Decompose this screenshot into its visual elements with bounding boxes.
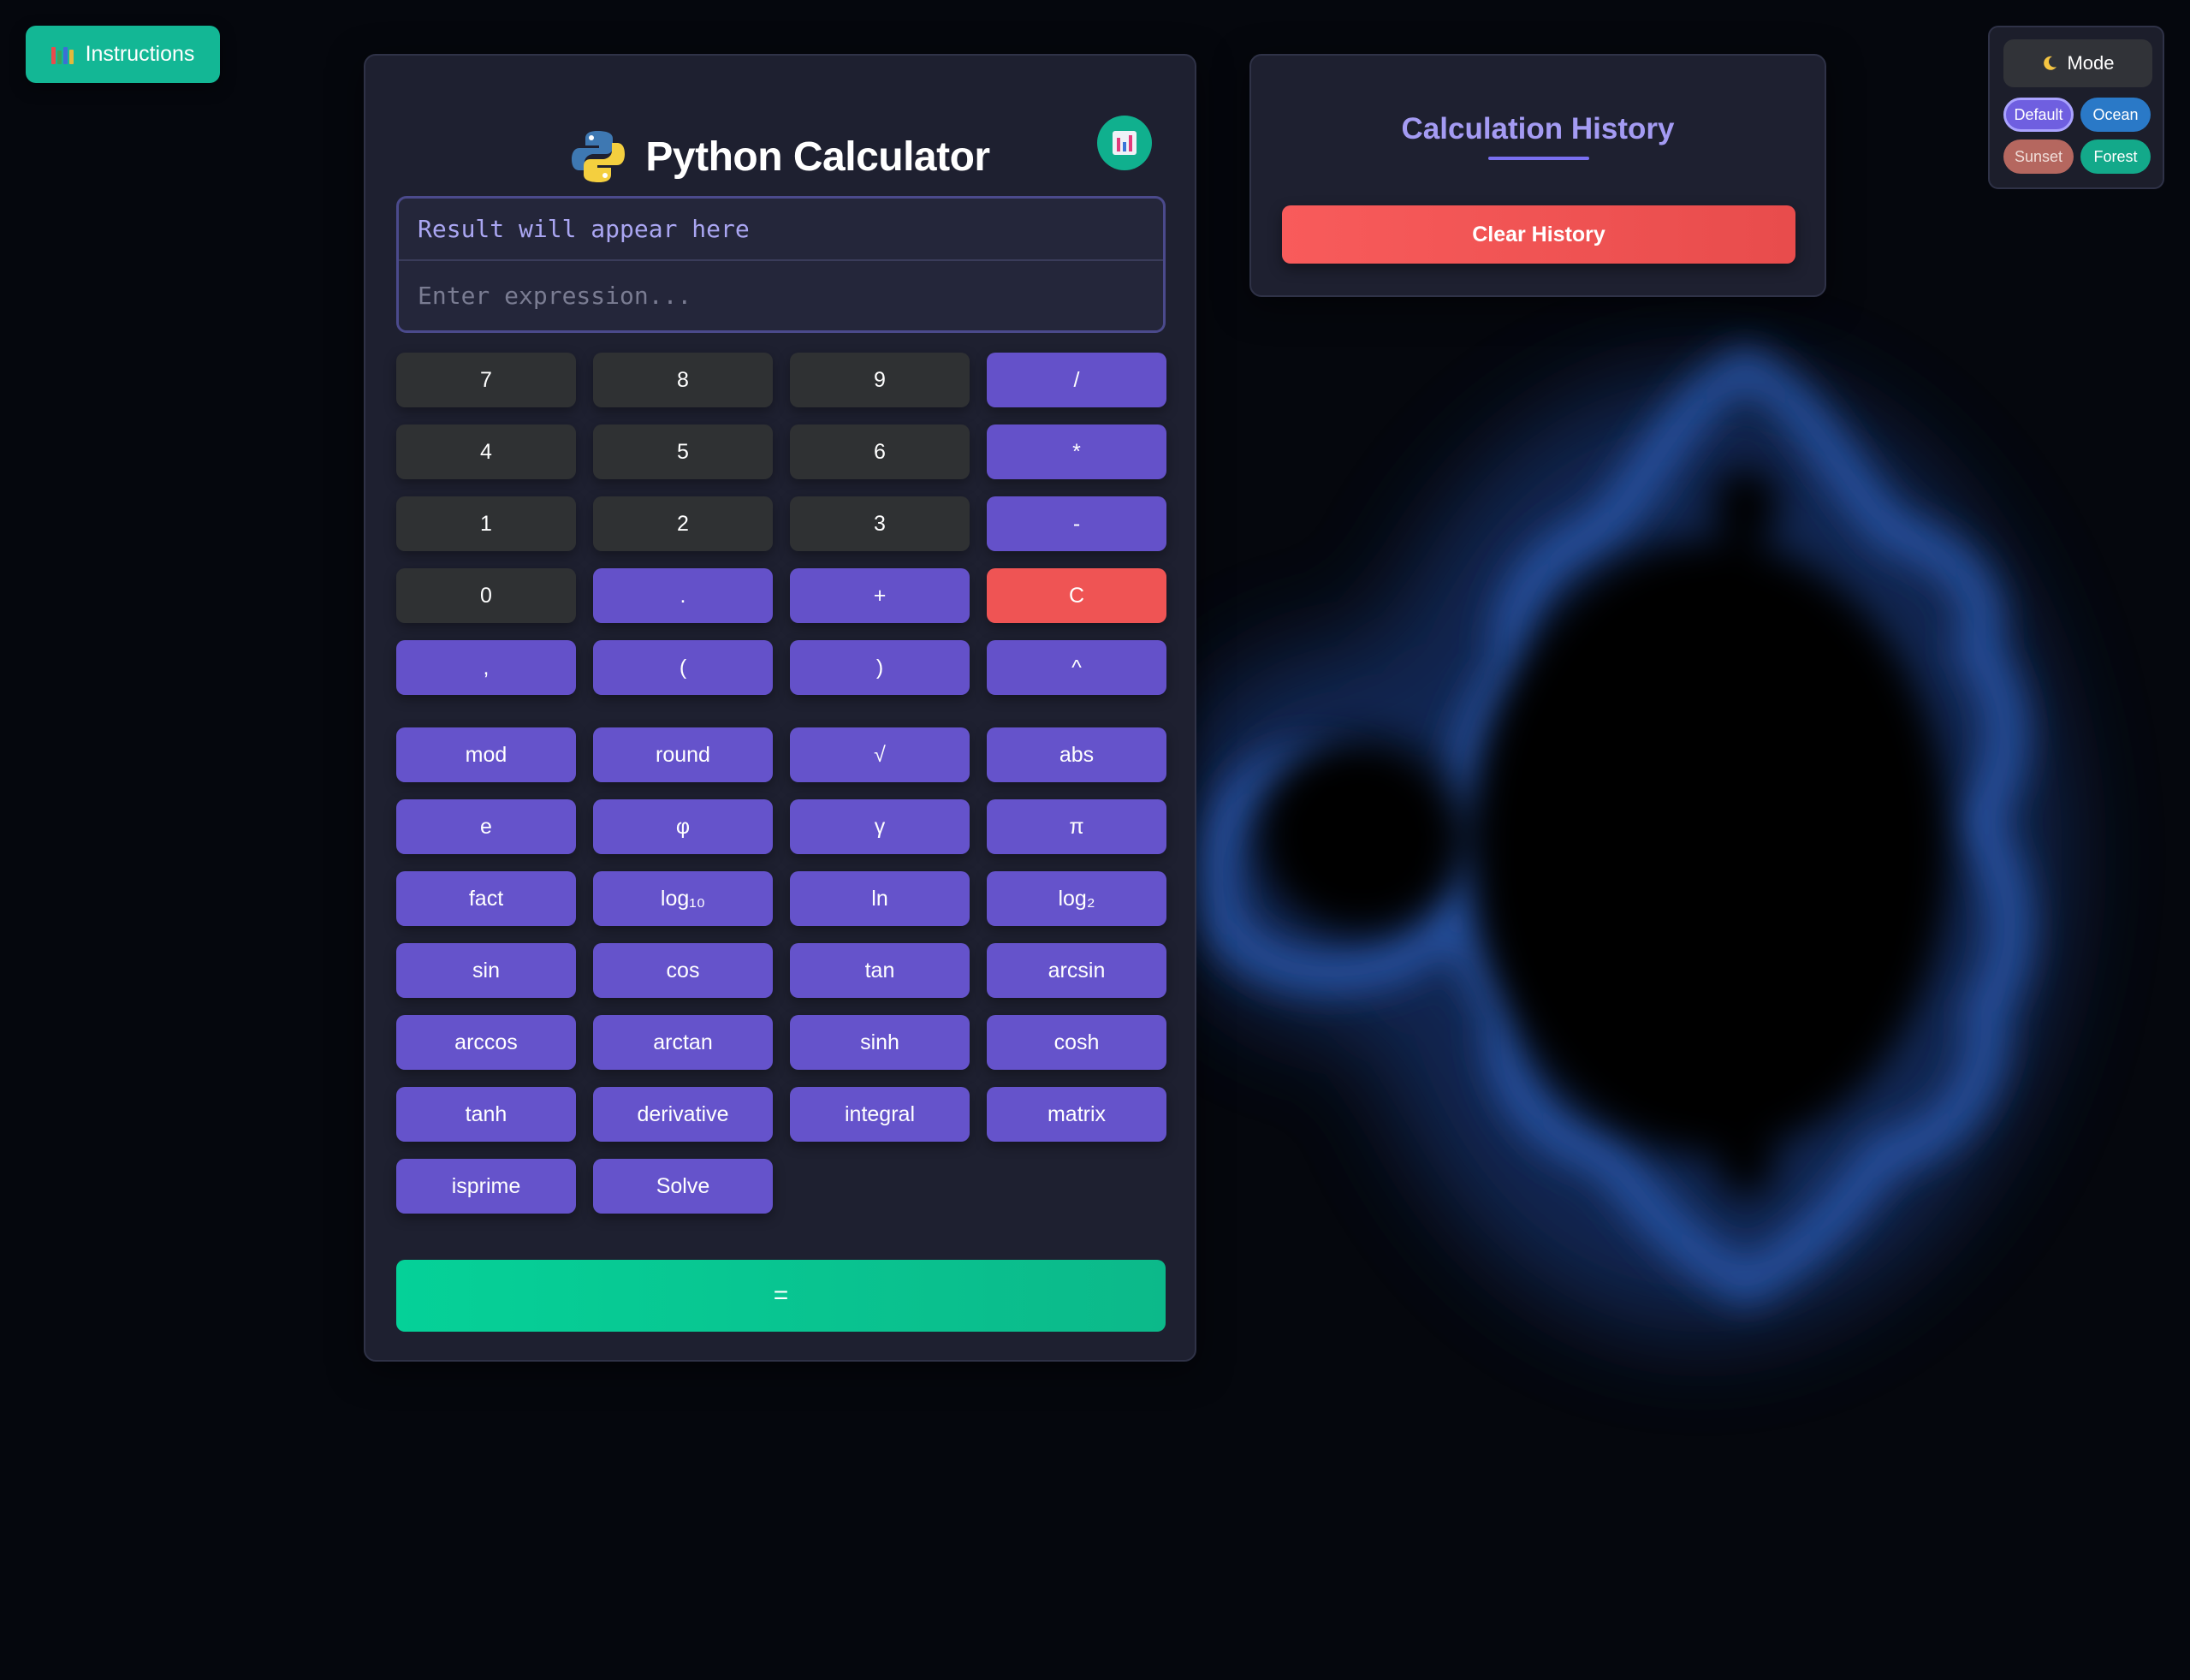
- key-button-19[interactable]: ^: [987, 640, 1166, 695]
- instructions-button[interactable]: Instructions: [26, 26, 220, 83]
- python-logo-icon: [572, 131, 626, 182]
- history-panel: Calculation History Clear History: [1249, 54, 1826, 297]
- display-area: Result will appear here: [396, 196, 1166, 333]
- key-button-13[interactable]: .: [593, 568, 773, 623]
- function-button-round[interactable]: round: [593, 727, 773, 782]
- function-button-log[interactable]: log₁₀: [593, 871, 773, 926]
- key-button-14[interactable]: +: [790, 568, 970, 623]
- instructions-label: Instructions: [85, 42, 195, 66]
- theme-ocean-button[interactable]: Ocean: [2080, 98, 2151, 132]
- function-button-tanh[interactable]: tanh: [396, 1087, 576, 1142]
- function-button-e[interactable]: e: [396, 799, 576, 854]
- equals-button[interactable]: =: [396, 1260, 1166, 1332]
- page-title: Python Calculator: [645, 134, 990, 180]
- key-button-6[interactable]: 6: [790, 424, 970, 479]
- key-button-7[interactable]: 7: [396, 353, 576, 407]
- key-button-c[interactable]: C: [987, 568, 1166, 623]
- key-button-3[interactable]: /: [987, 353, 1166, 407]
- function-button-ln[interactable]: ln: [790, 871, 970, 926]
- expression-input[interactable]: [399, 261, 1163, 330]
- history-title-underline: [1488, 157, 1589, 160]
- mode-panel: Mode Default Ocean Sunset Forest: [1988, 26, 2164, 189]
- key-button-4[interactable]: 4: [396, 424, 576, 479]
- function-button-2[interactable]: √: [790, 727, 970, 782]
- key-button-0[interactable]: 0: [396, 568, 576, 623]
- books-icon: [50, 45, 74, 64]
- function-button-sin[interactable]: sin: [396, 943, 576, 998]
- function-button-isprime[interactable]: isprime: [396, 1159, 576, 1214]
- function-button-fact[interactable]: fact: [396, 871, 576, 926]
- function-button-abs[interactable]: abs: [987, 727, 1166, 782]
- function-button-cosh[interactable]: cosh: [987, 1015, 1166, 1070]
- mode-label: Mode: [2067, 52, 2115, 74]
- key-button-16[interactable]: ,: [396, 640, 576, 695]
- key-button-9[interactable]: 9: [790, 353, 970, 407]
- key-button-2[interactable]: 2: [593, 496, 773, 551]
- function-button-derivative[interactable]: derivative: [593, 1087, 773, 1142]
- clear-history-button[interactable]: Clear History: [1282, 205, 1795, 264]
- key-button-8[interactable]: 8: [593, 353, 773, 407]
- calculator-panel: Python Calculator Result will appear her…: [364, 54, 1196, 1362]
- function-button-solve[interactable]: Solve: [593, 1159, 773, 1214]
- key-button-1[interactable]: 1: [396, 496, 576, 551]
- key-button-5[interactable]: 5: [593, 424, 773, 479]
- function-button-6[interactable]: γ: [790, 799, 970, 854]
- function-button-arccos[interactable]: arccos: [396, 1015, 576, 1070]
- function-button-integral[interactable]: integral: [790, 1087, 970, 1142]
- theme-forest-button[interactable]: Forest: [2080, 140, 2151, 174]
- function-button-log[interactable]: log₂: [987, 871, 1166, 926]
- function-button-sinh[interactable]: sinh: [790, 1015, 970, 1070]
- statistics-button[interactable]: [1097, 116, 1152, 170]
- function-button-7[interactable]: π: [987, 799, 1166, 854]
- calculator-header: Python Calculator: [365, 114, 1195, 199]
- function-button-5[interactable]: φ: [593, 799, 773, 854]
- history-title: Calculation History: [1401, 112, 1675, 145]
- key-button-7[interactable]: *: [987, 424, 1166, 479]
- mode-toggle-button[interactable]: Mode: [2003, 39, 2152, 87]
- function-button-matrix[interactable]: matrix: [987, 1087, 1166, 1142]
- key-button-3[interactable]: 3: [790, 496, 970, 551]
- moon-icon: [2044, 56, 2057, 70]
- function-button-tan[interactable]: tan: [790, 943, 970, 998]
- function-button-arctan[interactable]: arctan: [593, 1015, 773, 1070]
- key-button-11[interactable]: -: [987, 496, 1166, 551]
- theme-sunset-button[interactable]: Sunset: [2003, 140, 2074, 174]
- key-button-17[interactable]: (: [593, 640, 773, 695]
- function-button-mod[interactable]: mod: [396, 727, 576, 782]
- result-display: Result will appear here: [399, 199, 1163, 261]
- theme-default-button[interactable]: Default: [2003, 98, 2074, 132]
- bar-chart-icon: [1113, 131, 1137, 155]
- key-button-18[interactable]: ): [790, 640, 970, 695]
- function-button-cos[interactable]: cos: [593, 943, 773, 998]
- function-button-arcsin[interactable]: arcsin: [987, 943, 1166, 998]
